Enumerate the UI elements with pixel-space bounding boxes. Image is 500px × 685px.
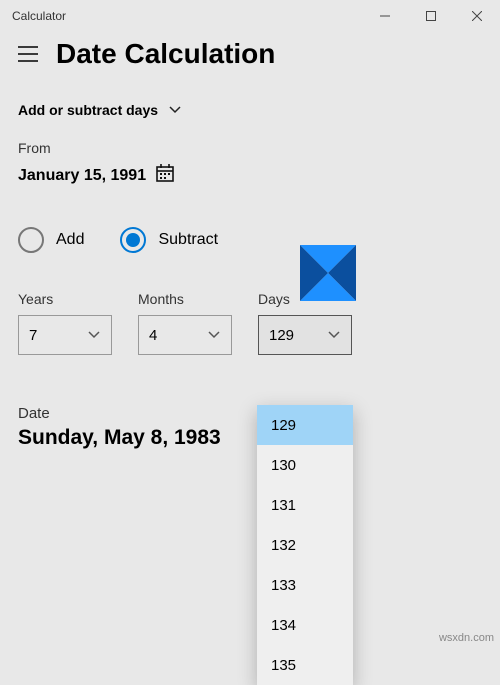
- from-label: From: [18, 140, 482, 156]
- from-date-value: January 15, 1991: [18, 167, 146, 185]
- chevron-down-icon: [327, 330, 341, 340]
- subtract-radio-label: Subtract: [158, 231, 218, 249]
- titlebar: Calculator: [0, 0, 500, 32]
- add-subtract-radio-group: Add Subtract: [0, 193, 500, 261]
- result-block: Date Sunday, May 8, 1983: [0, 365, 500, 460]
- chevron-down-icon: [168, 105, 182, 115]
- header: Date Calculation: [0, 32, 500, 74]
- page-title: Date Calculation: [56, 38, 275, 70]
- windows-club-logo: [300, 245, 356, 301]
- months-value: 4: [149, 327, 157, 344]
- mode-label: Add or subtract days: [18, 102, 158, 118]
- duration-spinners: Years 7 Months 4 Days 129: [0, 261, 500, 365]
- minimize-icon: [380, 11, 390, 21]
- subtract-radio[interactable]: Subtract: [120, 227, 218, 253]
- maximize-button[interactable]: [408, 0, 454, 32]
- months-column: Months 4: [138, 291, 232, 355]
- dropdown-item[interactable]: 131: [257, 485, 353, 525]
- hamburger-icon: [18, 46, 38, 62]
- add-radio[interactable]: Add: [18, 227, 84, 253]
- days-value: 129: [269, 327, 294, 344]
- chevron-down-icon: [207, 330, 221, 340]
- dropdown-item[interactable]: 134: [257, 605, 353, 645]
- maximize-icon: [426, 11, 436, 21]
- years-spinner[interactable]: 7: [18, 315, 112, 355]
- from-block: From January 15, 1991: [0, 124, 500, 193]
- minimize-button[interactable]: [362, 0, 408, 32]
- menu-button[interactable]: [18, 46, 38, 62]
- years-column: Years 7: [18, 291, 112, 355]
- mode-selector[interactable]: Add or subtract days: [0, 74, 500, 124]
- dropdown-item[interactable]: 129: [257, 405, 353, 445]
- dropdown-item[interactable]: 133: [257, 565, 353, 605]
- close-icon: [472, 11, 482, 21]
- result-date: Sunday, May 8, 1983: [18, 422, 482, 450]
- days-dropdown-list[interactable]: 129130131132133134135: [257, 405, 353, 685]
- days-spinner[interactable]: 129: [258, 315, 352, 355]
- close-button[interactable]: [454, 0, 500, 32]
- from-date-picker[interactable]: January 15, 1991: [18, 156, 482, 187]
- calendar-icon: [156, 164, 174, 187]
- radio-unchecked-icon: [18, 227, 44, 253]
- dropdown-item[interactable]: 130: [257, 445, 353, 485]
- years-label: Years: [18, 291, 112, 307]
- chevron-down-icon: [87, 330, 101, 340]
- years-value: 7: [29, 327, 37, 344]
- radio-checked-icon: [120, 227, 146, 253]
- result-label: Date: [18, 405, 482, 422]
- months-spinner[interactable]: 4: [138, 315, 232, 355]
- window-title: Calculator: [12, 9, 362, 23]
- add-radio-label: Add: [56, 231, 84, 249]
- months-label: Months: [138, 291, 232, 307]
- dropdown-item[interactable]: 135: [257, 645, 353, 685]
- dropdown-item[interactable]: 132: [257, 525, 353, 565]
- watermark: wsxdn.com: [439, 632, 494, 644]
